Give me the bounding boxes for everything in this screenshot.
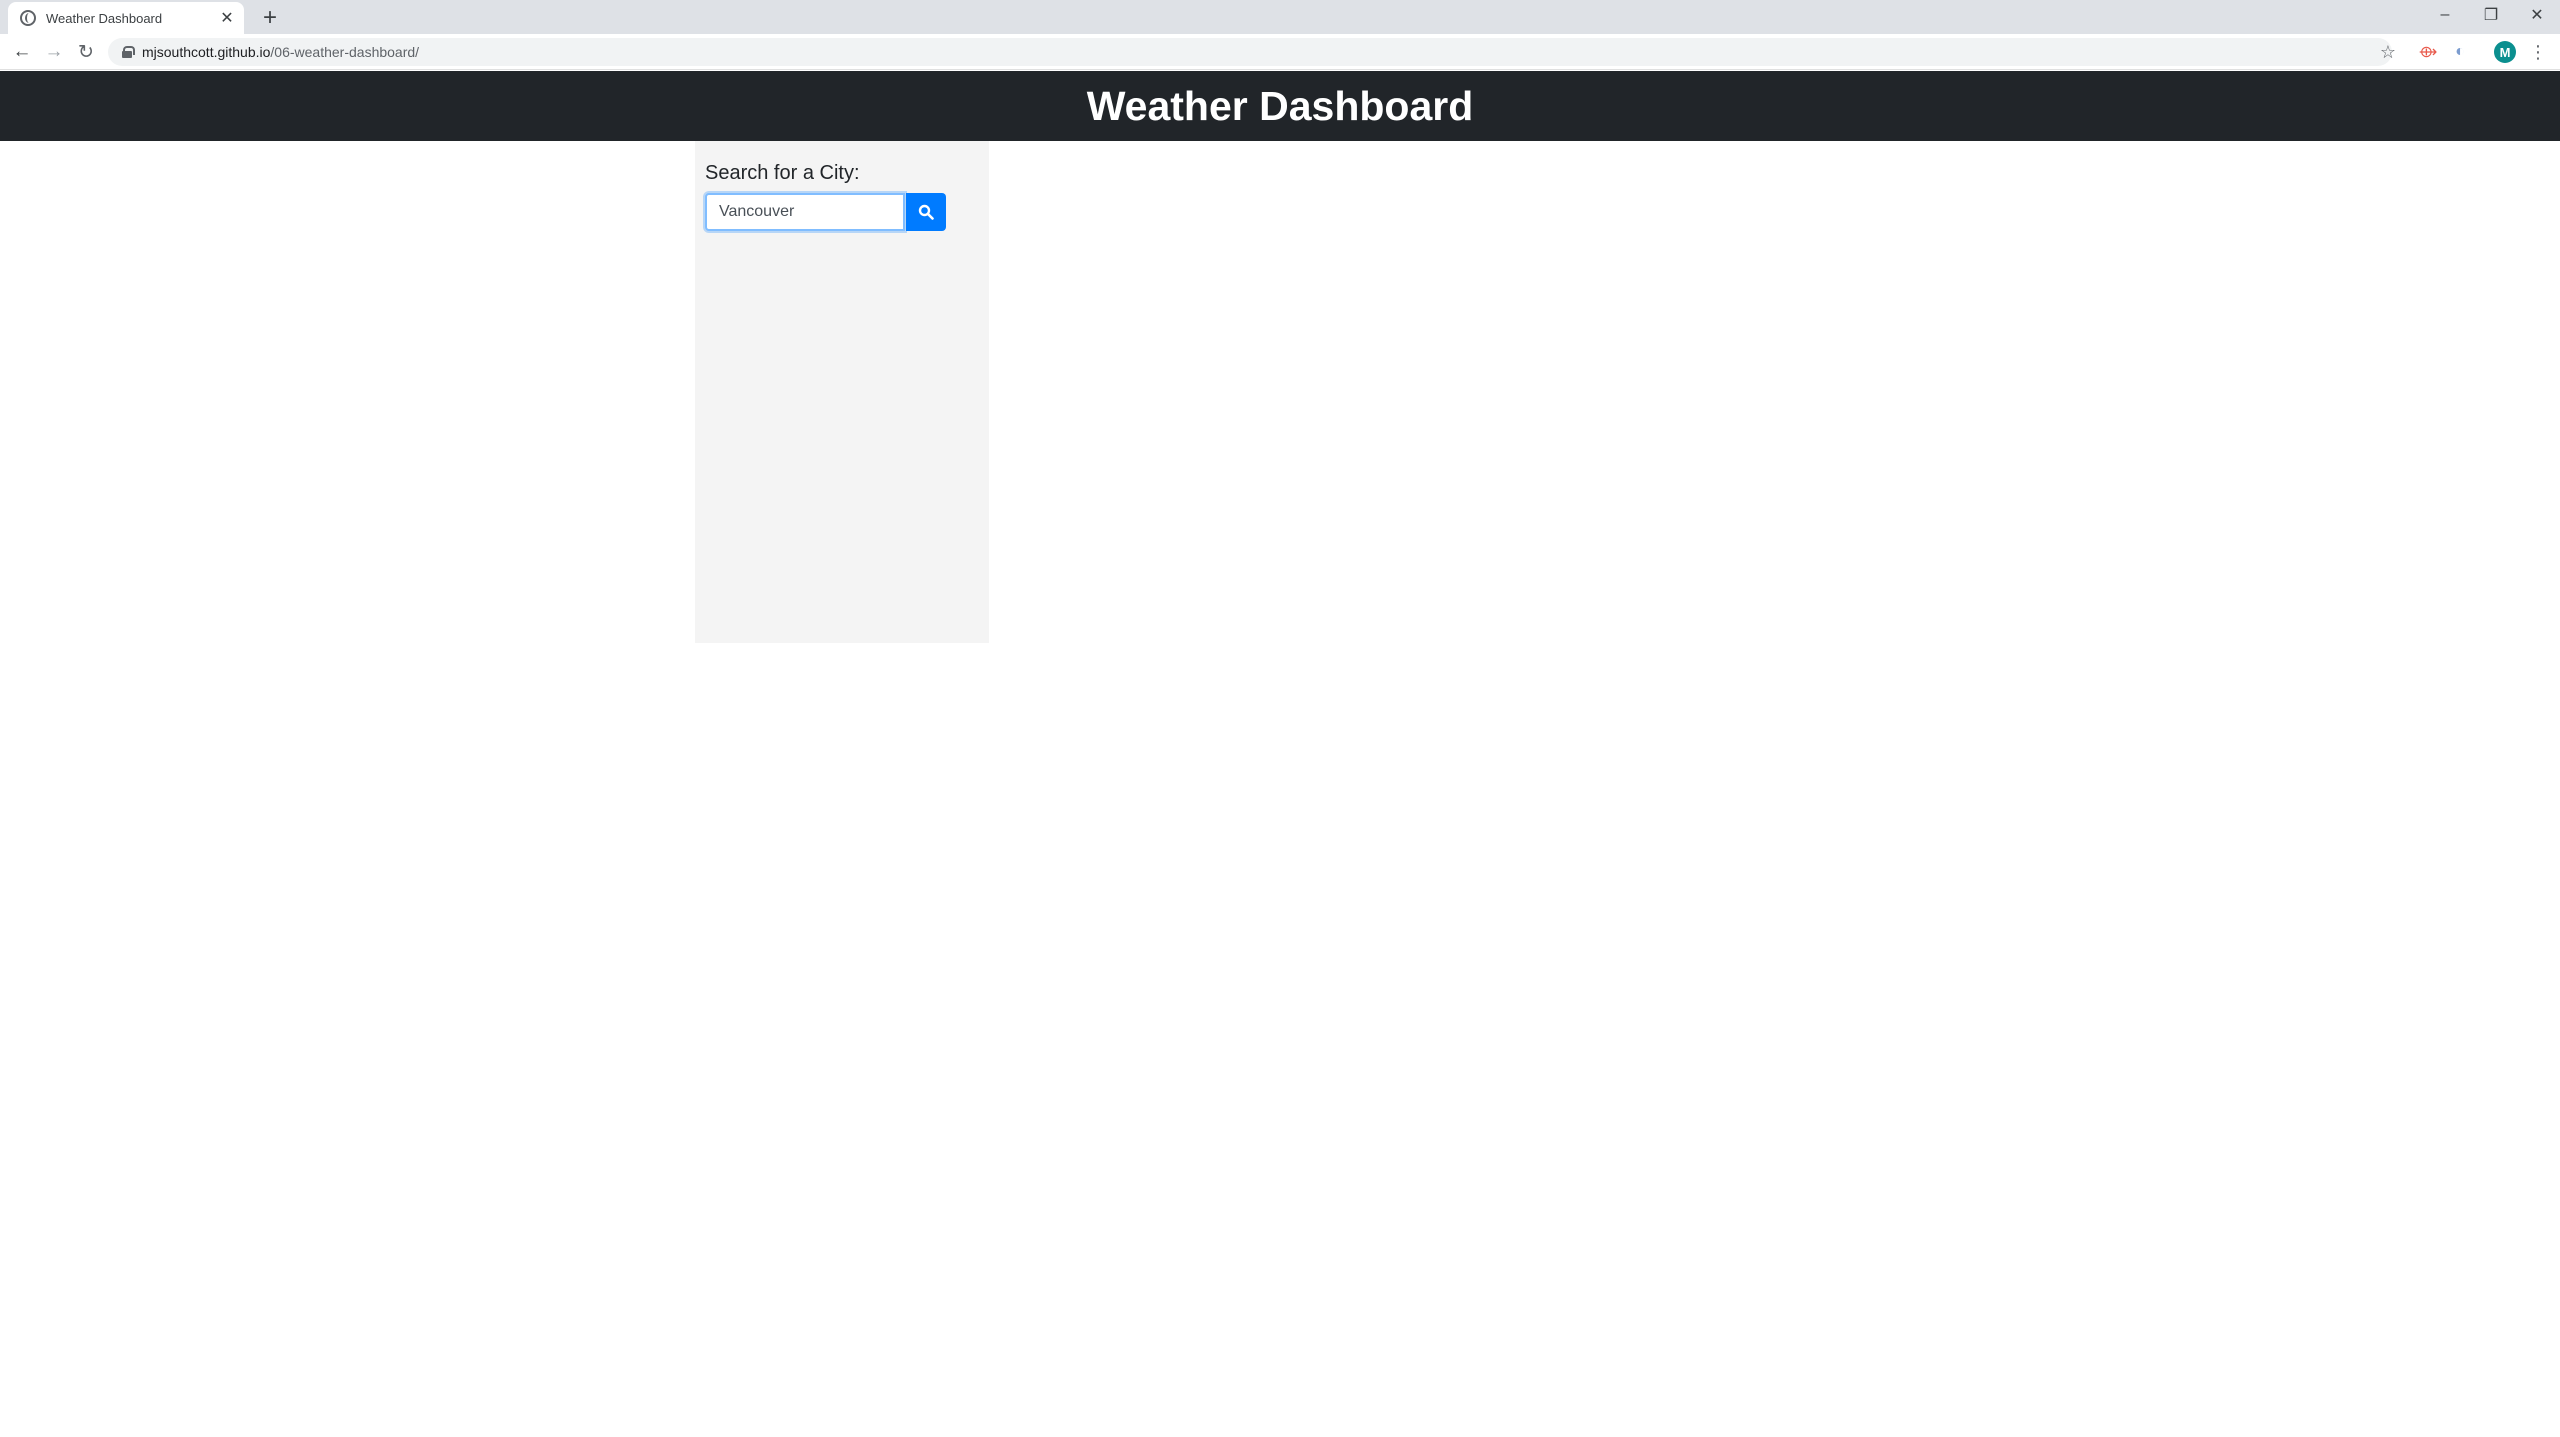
url-text[interactable]: mjsouthcott.github.io/06-weather-dashboa… — [142, 44, 419, 60]
url-path: /06-weather-dashboard/ — [270, 44, 420, 60]
browser-tabstrip: Weather Dashboard ✕ + – ❐ ✕ — [0, 0, 2560, 34]
minimize-icon[interactable]: – — [2422, 0, 2468, 30]
search-form — [705, 193, 979, 231]
arrow-right-icon[interactable]: → — [40, 38, 68, 66]
close-icon[interactable]: ✕ — [216, 7, 238, 29]
star-icon[interactable]: ☆ — [2374, 38, 2402, 66]
address-bar[interactable]: mjsouthcott.github.io/06-weather-dashboa… — [108, 38, 2392, 66]
tab-title: Weather Dashboard — [46, 10, 163, 26]
search-button[interactable] — [906, 193, 946, 231]
url-host: mjsouthcott.github.io — [142, 44, 271, 60]
reload-icon[interactable]: ↻ — [72, 38, 100, 66]
page-title: Weather Dashboard — [1086, 82, 1474, 129]
globe-icon — [20, 10, 36, 26]
page-header: Weather Dashboard — [0, 71, 2560, 141]
search-icon — [918, 204, 934, 220]
browser-toolbar: ← → ↻ mjsouthcott.github.io/06-weather-d… — [0, 34, 2560, 70]
window-close-icon[interactable]: ✕ — [2514, 0, 2560, 30]
plus-icon[interactable]: + — [256, 4, 284, 32]
restore-icon[interactable]: ❐ — [2468, 0, 2514, 30]
kebab-menu-icon[interactable]: ⋮ — [2526, 38, 2550, 66]
avatar[interactable]: M — [2494, 41, 2516, 63]
extension-icon[interactable]: ◐ — [2446, 38, 2474, 66]
arrow-left-icon[interactable]: ← — [8, 38, 36, 66]
search-sidebar: Search for a City: — [695, 141, 989, 643]
search-label: Search for a City: — [705, 162, 860, 184]
extension-icon[interactable]: ⟴ — [2414, 38, 2442, 66]
lock-icon[interactable] — [122, 46, 135, 58]
browser-tab[interactable]: Weather Dashboard ✕ — [8, 2, 244, 34]
search-input[interactable] — [705, 193, 905, 231]
